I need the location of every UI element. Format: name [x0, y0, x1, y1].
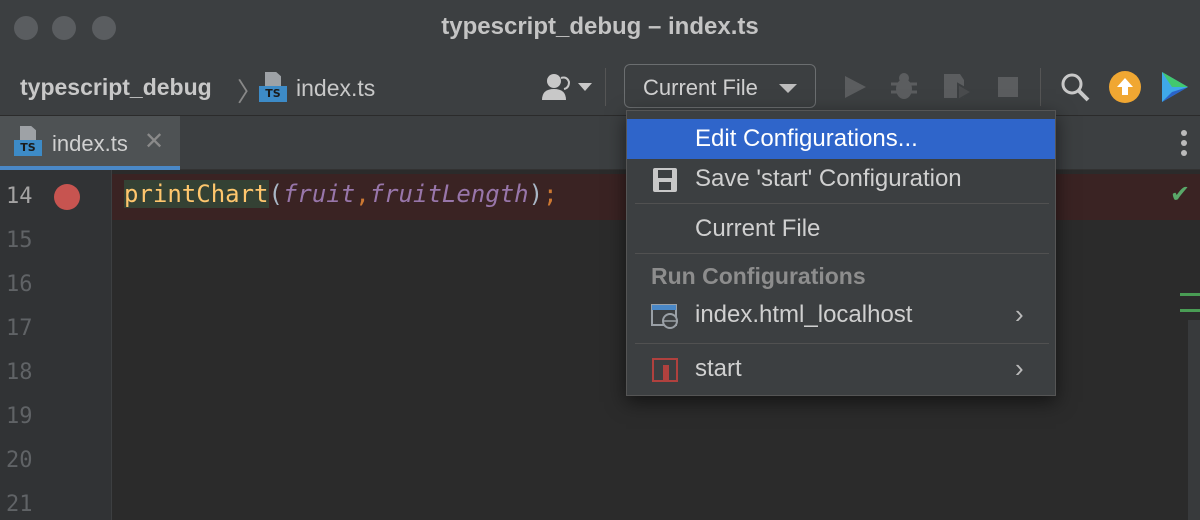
toolbar-separator	[605, 68, 606, 106]
comma: ,	[355, 180, 370, 208]
search-button[interactable]	[1058, 70, 1092, 104]
chevron-down-icon	[779, 84, 797, 93]
ts-badge: TS	[14, 140, 42, 156]
line-number: 18	[6, 360, 33, 385]
run-configuration-menu: Edit Configurations... Save 'start' Conf…	[626, 110, 1056, 396]
toolbar-separator	[1040, 68, 1041, 106]
search-icon	[1061, 73, 1090, 102]
line-number: 21	[6, 492, 33, 517]
tab-index-ts[interactable]: TS index.ts ✕	[0, 116, 180, 170]
typescript-file-icon: TS	[14, 126, 44, 156]
typescript-file-icon: TS	[259, 72, 289, 102]
line-number: 14	[6, 184, 33, 209]
menu-item-label: Save 'start' Configuration	[695, 165, 962, 192]
semicolon: ;	[543, 180, 558, 208]
menu-separator	[635, 203, 1049, 204]
change-marker[interactable]	[1180, 309, 1200, 312]
jetbrains-icon	[1162, 72, 1188, 102]
tab-label: index.ts	[52, 131, 128, 156]
argument-fruit: fruit	[282, 180, 356, 208]
line-number: 15	[6, 228, 33, 253]
chevron-right-icon: ›	[1015, 299, 1024, 329]
menu-item-label: index.html_localhost	[695, 301, 913, 328]
editor-gutter[interactable]: 14 15 16 17 18 19 20 21	[0, 170, 112, 520]
breadcrumb-project[interactable]: typescript_debug	[20, 74, 212, 101]
debug-icon	[891, 73, 917, 99]
chevron-right-icon: ›	[1015, 353, 1024, 383]
menu-item-label: Edit Configurations...	[695, 125, 918, 152]
more-options-icon[interactable]	[1180, 130, 1188, 158]
line-number: 16	[6, 272, 33, 297]
menu-separator	[635, 253, 1049, 254]
run-configurations-header: Run Configurations	[651, 263, 866, 289]
open-paren: (	[268, 180, 283, 208]
menu-item-edit-configurations[interactable]: Edit Configurations...	[627, 119, 1055, 159]
inspection-ok-icon[interactable]: ✔	[1170, 180, 1190, 209]
run-button[interactable]	[838, 70, 872, 104]
user-icon	[542, 74, 592, 100]
window-title: typescript_debug – index.ts	[441, 13, 759, 40]
line-number: 17	[6, 316, 33, 341]
web-config-icon	[651, 304, 678, 329]
breadcrumb-file[interactable]: index.ts	[296, 75, 375, 102]
menu-item-label: Current File	[695, 215, 821, 242]
jetbrains-button[interactable]	[1158, 70, 1192, 104]
coverage-icon	[944, 74, 975, 102]
title-bar: typescript_debug – index.ts	[0, 0, 1200, 54]
stop-icon	[998, 77, 1018, 97]
close-tab-icon[interactable]: ✕	[144, 127, 164, 156]
run-configuration-selector[interactable]: Current File	[624, 64, 816, 108]
update-icon	[1109, 71, 1141, 103]
argument-fruit-length: fruitLength	[369, 180, 529, 208]
menu-item-current-file[interactable]: Current File	[627, 209, 1055, 249]
menu-item-index-html-localhost[interactable]: index.html_localhost ›	[627, 295, 1055, 335]
ts-badge: TS	[259, 86, 287, 102]
menu-separator	[635, 343, 1049, 344]
menu-item-start[interactable]: start ›	[627, 349, 1055, 389]
update-button[interactable]	[1108, 70, 1142, 104]
change-marker[interactable]	[1180, 293, 1200, 296]
line-number: 20	[6, 448, 33, 473]
breakpoint-icon[interactable]	[54, 184, 80, 210]
line-number: 19	[6, 404, 33, 429]
run-configuration-label: Current File	[643, 75, 758, 100]
menu-item-label: start	[695, 355, 742, 382]
close-paren: )	[528, 180, 544, 208]
coverage-button[interactable]	[940, 70, 975, 104]
navigation-bar: typescript_debug 〉 TS index.ts Current F…	[0, 54, 1200, 116]
run-icon	[845, 76, 866, 98]
user-menu-button[interactable]	[540, 72, 596, 102]
npm-config-icon	[652, 358, 678, 382]
code-line[interactable]: printChart(fruit,fruitLength);	[124, 180, 558, 208]
function-name: printChart	[124, 180, 269, 208]
menu-item-save-configuration[interactable]: Save 'start' Configuration	[627, 159, 1055, 199]
save-icon	[653, 168, 677, 192]
stop-button[interactable]	[991, 70, 1025, 104]
editor-scrollbar[interactable]	[1188, 320, 1200, 520]
debug-button[interactable]	[887, 70, 921, 104]
